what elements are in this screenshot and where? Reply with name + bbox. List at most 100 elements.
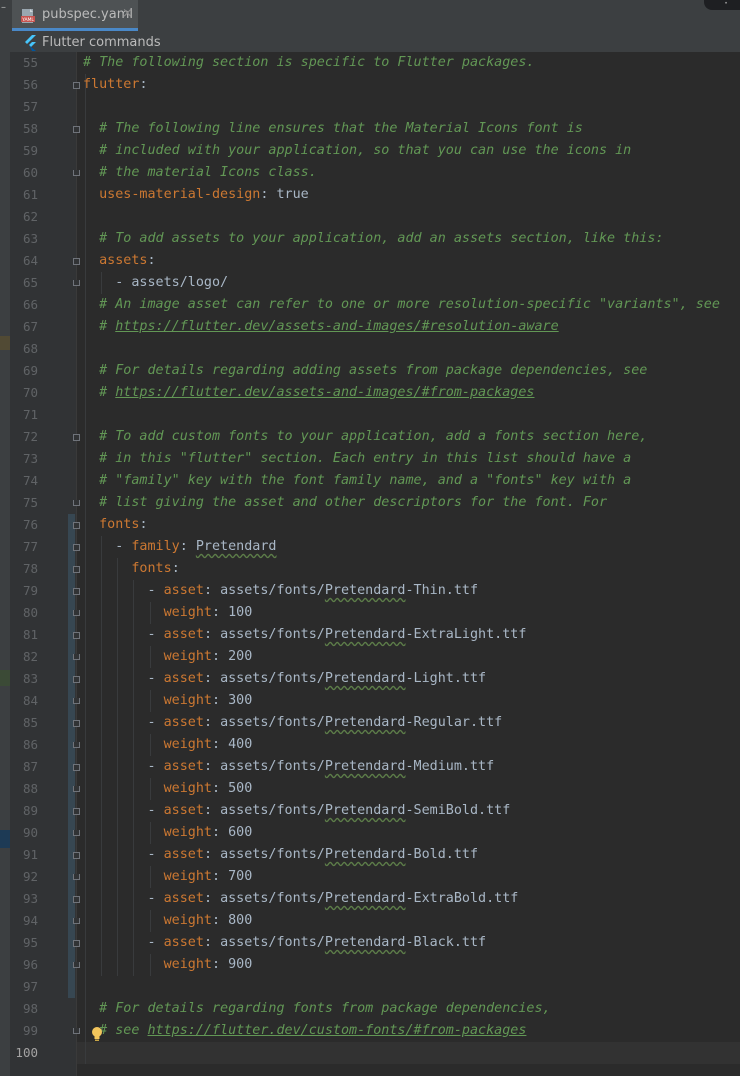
line-number[interactable]: 76 (10, 514, 38, 536)
code-line[interactable]: fonts: (83, 558, 179, 580)
code-line[interactable]: fonts: (83, 514, 147, 536)
more-icon[interactable]: · (724, 0, 728, 10)
code-line[interactable]: - assets/logo/ (83, 272, 228, 294)
line-number[interactable]: 90 (10, 822, 38, 844)
flutter-commands-label[interactable]: Flutter commands (42, 35, 161, 50)
code-line[interactable]: - asset: assets/fonts/Pretendard-Regular… (83, 712, 503, 734)
close-icon[interactable]: × (122, 6, 133, 21)
fold-end-icon[interactable] (73, 280, 80, 286)
line-number[interactable]: 80 (10, 602, 38, 624)
line-number[interactable]: 91 (10, 844, 38, 866)
fold-toggle-icon[interactable] (73, 940, 80, 947)
code-line[interactable]: weight: 800 (83, 910, 253, 932)
line-number[interactable]: 74 (10, 470, 38, 492)
line-number[interactable]: 66 (10, 294, 38, 316)
line-number[interactable]: 67 (10, 316, 38, 338)
fold-end-icon[interactable] (73, 1028, 80, 1034)
fold-toggle-icon[interactable] (73, 126, 80, 133)
code-line[interactable]: weight: 700 (83, 866, 253, 888)
code-line[interactable]: assets: (83, 250, 155, 272)
line-number[interactable]: 60 (10, 162, 38, 184)
code-line[interactable]: weight: 100 (83, 602, 253, 624)
line-number[interactable]: 61 (10, 184, 38, 206)
fold-toggle-icon[interactable] (73, 566, 80, 573)
code-line[interactable]: # see https://flutter.dev/custom-fonts/#… (83, 1020, 526, 1042)
code-line[interactable]: uses-material-design: true (83, 184, 309, 206)
fold-toggle-icon[interactable] (73, 720, 80, 727)
code-line[interactable]: # For details regarding fonts from packa… (83, 998, 550, 1020)
line-number-gutter[interactable]: 55 56 57 58 59 60 61 62 63 64 65 66 67 68 69 70 71 72 73 74… (10, 52, 76, 1076)
code-line[interactable]: # list giving the asset and other descri… (83, 492, 607, 514)
line-number[interactable]: 75 (10, 492, 38, 514)
line-number[interactable]: 57 (10, 96, 38, 118)
line-number[interactable]: 85 (10, 712, 38, 734)
line-number[interactable]: 98 (10, 998, 38, 1020)
code-line[interactable]: weight: 900 (83, 954, 253, 976)
fold-end-icon[interactable] (73, 918, 80, 924)
code-line[interactable]: flutter: (83, 74, 148, 96)
fold-toggle-icon[interactable] (73, 676, 80, 683)
line-number[interactable]: 82 (10, 646, 38, 668)
collapse-arrow-icon[interactable]: – (1, 2, 6, 13)
fold-toggle-icon[interactable] (73, 522, 80, 529)
code-line[interactable]: weight: 300 (83, 690, 253, 712)
fold-end-icon[interactable] (73, 698, 80, 704)
code-line[interactable]: # included with your application, so tha… (83, 140, 631, 162)
line-number[interactable]: 87 (10, 756, 38, 778)
line-number[interactable]: 72 (10, 426, 38, 448)
line-number[interactable]: 89 (10, 800, 38, 822)
tab-pubspec-yaml[interactable]: YAML pubspec.yaml × (12, 0, 138, 31)
fold-toggle-icon[interactable] (73, 852, 80, 859)
line-number[interactable]: 55 (10, 52, 38, 74)
fold-toggle-icon[interactable] (73, 632, 80, 639)
line-number[interactable]: 64 (10, 250, 38, 272)
fold-end-icon[interactable] (73, 500, 80, 506)
line-number[interactable]: 56 (10, 74, 38, 96)
line-number[interactable]: 93 (10, 888, 38, 910)
code-line[interactable]: # The following line ensures that the Ma… (83, 118, 583, 140)
line-number[interactable]: 94 (10, 910, 38, 932)
code-line[interactable]: # For details regarding adding assets fr… (83, 360, 647, 382)
fold-end-icon[interactable] (73, 962, 80, 968)
line-number[interactable]: 59 (10, 140, 38, 162)
line-number[interactable]: 71 (10, 404, 38, 426)
code-line[interactable]: - asset: assets/fonts/Pretendard-Black.t… (83, 932, 487, 954)
line-number[interactable]: 79 (10, 580, 38, 602)
vcs-change-marker[interactable] (68, 514, 75, 998)
fold-toggle-icon[interactable] (73, 896, 80, 903)
code-line[interactable]: - asset: assets/fonts/Pretendard-ExtraLi… (83, 624, 527, 646)
line-number[interactable]: 78 (10, 558, 38, 580)
line-number[interactable]: 97 (10, 976, 38, 998)
line-number[interactable]: 83 (10, 668, 38, 690)
fold-toggle-icon[interactable] (73, 588, 80, 595)
line-number[interactable]: 95 (10, 932, 38, 954)
line-number[interactable]: 100 (10, 1042, 38, 1064)
fold-end-icon[interactable] (73, 742, 80, 748)
line-number[interactable]: 77 (10, 536, 38, 558)
code-line[interactable]: - asset: assets/fonts/Pretendard-Light.t… (83, 668, 487, 690)
code-line[interactable]: weight: 200 (83, 646, 253, 668)
code-line[interactable]: # "family" key with the font family name… (83, 470, 631, 492)
line-number[interactable]: 63 (10, 228, 38, 250)
line-number[interactable]: 73 (10, 448, 38, 470)
line-number[interactable]: 65 (10, 272, 38, 294)
fold-end-icon[interactable] (73, 830, 80, 836)
line-number[interactable]: 96 (10, 954, 38, 976)
fold-toggle-icon[interactable] (73, 258, 80, 265)
line-number[interactable]: 68 (10, 338, 38, 360)
code-line[interactable]: - asset: assets/fonts/Pretendard-Bold.tt… (83, 844, 479, 866)
code-line[interactable]: # To add custom fonts to your applicatio… (83, 426, 647, 448)
fold-toggle-icon[interactable] (73, 82, 80, 89)
project-panel-edge[interactable]: – (0, 0, 10, 1076)
fold-end-icon[interactable] (73, 874, 80, 880)
code-editor[interactable]: 55 56 57 58 59 60 61 62 63 64 65 66 67 68 69 70 71 72 73 74… (10, 52, 740, 1076)
code-line[interactable]: # https://flutter.dev/assets-and-images/… (83, 382, 534, 404)
fold-toggle-icon[interactable] (73, 544, 80, 551)
line-number[interactable]: 62 (10, 206, 38, 228)
fold-end-icon[interactable] (73, 610, 80, 616)
code-line[interactable]: # To add assets to your application, add… (83, 228, 663, 250)
line-number[interactable]: 81 (10, 624, 38, 646)
line-number[interactable]: 92 (10, 866, 38, 888)
code-line[interactable]: # the material Icons class. (83, 162, 317, 184)
line-number[interactable]: 70 (10, 382, 38, 404)
